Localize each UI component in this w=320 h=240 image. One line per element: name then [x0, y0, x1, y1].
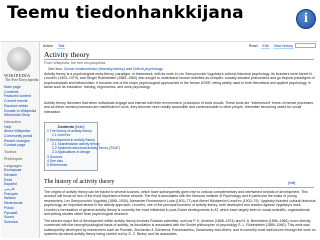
sidebar-link[interactable]: Svenska	[4, 220, 38, 225]
wikipedia-sidebar: WIKIPEDIA The Free Encyclopedia Main pag…	[1, 42, 39, 238]
tab-read[interactable]: Read	[247, 44, 259, 49]
article-subline: From Wikipedia, the free encyclopedia	[44, 61, 106, 65]
sidebar-section-heading: Print/export	[4, 156, 23, 161]
hatnote-mid: and	[124, 67, 133, 71]
tab-view-history[interactable]: View history	[272, 44, 294, 49]
hatnote-link-critical-psychology[interactable]: Critical psychology	[133, 67, 163, 71]
section-heading-history: The history of activity theory	[44, 179, 115, 185]
table-of-contents: Contents [hide] 1 The history of activit…	[44, 122, 120, 171]
slide-title: Teemu tiedonhankkijana	[7, 3, 244, 23]
toc-list: 1 The history of activity theory 1.1 Leon…	[47, 129, 120, 168]
history-paragraph-2: The second major line of development wit…	[44, 219, 316, 237]
tab-talk[interactable]: Talk	[57, 44, 66, 49]
search-input[interactable]	[295, 43, 316, 48]
wikipedia-screenshot: WIKIPEDIA The Free Encyclopedia Main pag…	[1, 41, 318, 238]
namespace-tabs: Article Talk	[42, 44, 66, 49]
sidebar-nav: Main page Contents Featured content Current…	[4, 85, 38, 225]
intro-paragraph-2: Activity theory theorizes that when indi…	[44, 101, 314, 114]
sidebar-section-heading: Toolbox	[4, 150, 17, 155]
hatnote-link-social-constructivism[interactable]: Social constructivism (learning theory)	[64, 67, 125, 71]
info-icon-glyph: i	[304, 11, 308, 26]
toc-item[interactable]: 5 References	[47, 163, 95, 167]
hatnote-prefix: See also:	[48, 67, 64, 71]
article-title: Activity theory	[44, 50, 90, 59]
tab-article[interactable]: Article	[42, 44, 54, 49]
article-pane: Article Talk Read Edit View history Acti…	[39, 42, 318, 238]
view-tabs: Read Edit View history	[247, 44, 294, 49]
history-paragraph-1: The origins of activity theory can be tr…	[44, 190, 316, 217]
sidebar-link[interactable]: Wikimedia Shop	[4, 113, 38, 118]
sidebar-link[interactable]: Contact page	[4, 143, 38, 148]
wikipedia-globe-logo[interactable]	[7, 47, 31, 71]
hatnote: See also: Social constructivism (learnin…	[48, 67, 163, 71]
wikipedia-tagline: The Free Encyclopedia	[5, 78, 39, 82]
section-divider	[44, 187, 314, 188]
title-divider	[44, 59, 314, 60]
intro-paragraph-1: Activity theory is a psychological meta-…	[44, 72, 315, 90]
section-edit-link[interactable]: [edit]	[288, 181, 295, 185]
info-icon[interactable]: i	[296, 9, 316, 29]
tab-edit[interactable]: Edit	[261, 44, 270, 49]
